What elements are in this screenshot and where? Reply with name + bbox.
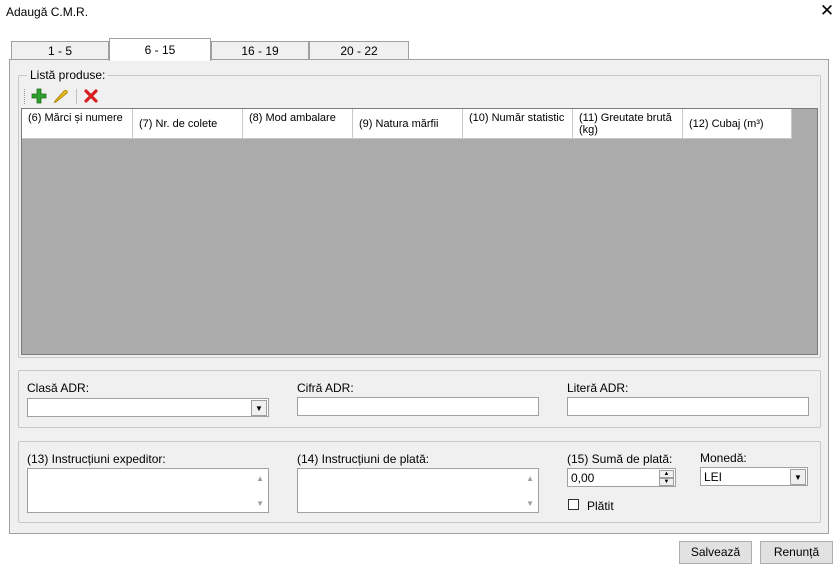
currency-value: LEI (704, 470, 723, 484)
scroll-up-icon[interactable]: ▲ (256, 474, 264, 483)
adr-cifra-label: Cifră ADR: (297, 381, 354, 395)
column-header-natura[interactable]: (9) Natura mărfii (353, 109, 463, 139)
currency-label: Monedă: (700, 451, 747, 465)
scroll-up-icon[interactable]: ▲ (526, 474, 534, 483)
adr-class-select[interactable]: ▼ (27, 398, 269, 417)
column-header-greutate[interactable]: (11) Greutate brută (kg) (573, 109, 683, 139)
tab-20-22[interactable]: 20 - 22 (309, 41, 409, 61)
sender-instructions-label: (13) Instrucțiuni expeditor: (27, 452, 166, 466)
column-header-marci[interactable]: (6) Mărci și numere (22, 109, 133, 139)
column-header-colete[interactable]: (7) Nr. de colete (133, 109, 243, 139)
edit-icon[interactable] (52, 87, 70, 105)
toolbar-separator (76, 89, 77, 104)
scroll-down-icon[interactable]: ▼ (256, 499, 264, 508)
column-header-ambalare[interactable]: (8) Mod ambalare (243, 109, 353, 139)
tab-6-15[interactable]: 6 - 15 (109, 38, 211, 61)
toolbar-grip (24, 89, 25, 104)
payment-instructions-label: (14) Instrucțiuni de plată: (297, 452, 430, 466)
amount-label: (15) Sumă de plată: (567, 452, 673, 466)
add-icon[interactable] (30, 87, 48, 105)
column-header-cubaj[interactable]: (12) Cubaj (m³) (683, 109, 792, 139)
window-title: Adaugă C.M.R. (6, 5, 89, 19)
products-grid[interactable]: (6) Mărci și numere (7) Nr. de colete (8… (21, 108, 818, 355)
column-header-numar-statistic[interactable]: (10) Număr statistic (463, 109, 573, 139)
amount-value: 0,00 (571, 471, 595, 485)
delete-icon[interactable] (82, 87, 100, 105)
adr-class-label: Clasă ADR: (27, 381, 90, 395)
tab-16-19[interactable]: 16 - 19 (211, 41, 309, 61)
amount-stepper[interactable]: 0,00 ▲ ▼ (567, 468, 676, 487)
adr-cifra-input[interactable] (297, 397, 539, 416)
paid-checkbox[interactable] (568, 499, 579, 510)
products-toolbar (21, 86, 818, 107)
save-button[interactable]: Salvează (679, 541, 752, 564)
adr-litera-label: Literă ADR: (567, 381, 629, 395)
tab-1-5[interactable]: 1 - 5 (11, 41, 109, 61)
payment-instructions-textarea[interactable]: ▲ ▼ (297, 468, 539, 513)
stepper-up-icon[interactable]: ▲ (659, 470, 674, 478)
cancel-button[interactable]: Renunță (760, 541, 833, 564)
chevron-down-icon[interactable]: ▼ (790, 469, 806, 485)
adr-litera-input[interactable] (567, 397, 809, 416)
stepper-down-icon[interactable]: ▼ (659, 478, 674, 486)
close-icon[interactable]: ✕ (818, 2, 836, 20)
sender-instructions-textarea[interactable]: ▲ ▼ (27, 468, 269, 513)
currency-select[interactable]: LEI ▼ (700, 467, 808, 486)
products-legend: Listă produse: (27, 68, 109, 82)
paid-label: Plătit (587, 499, 614, 513)
scroll-down-icon[interactable]: ▼ (526, 499, 534, 508)
chevron-down-icon[interactable]: ▼ (251, 400, 267, 416)
